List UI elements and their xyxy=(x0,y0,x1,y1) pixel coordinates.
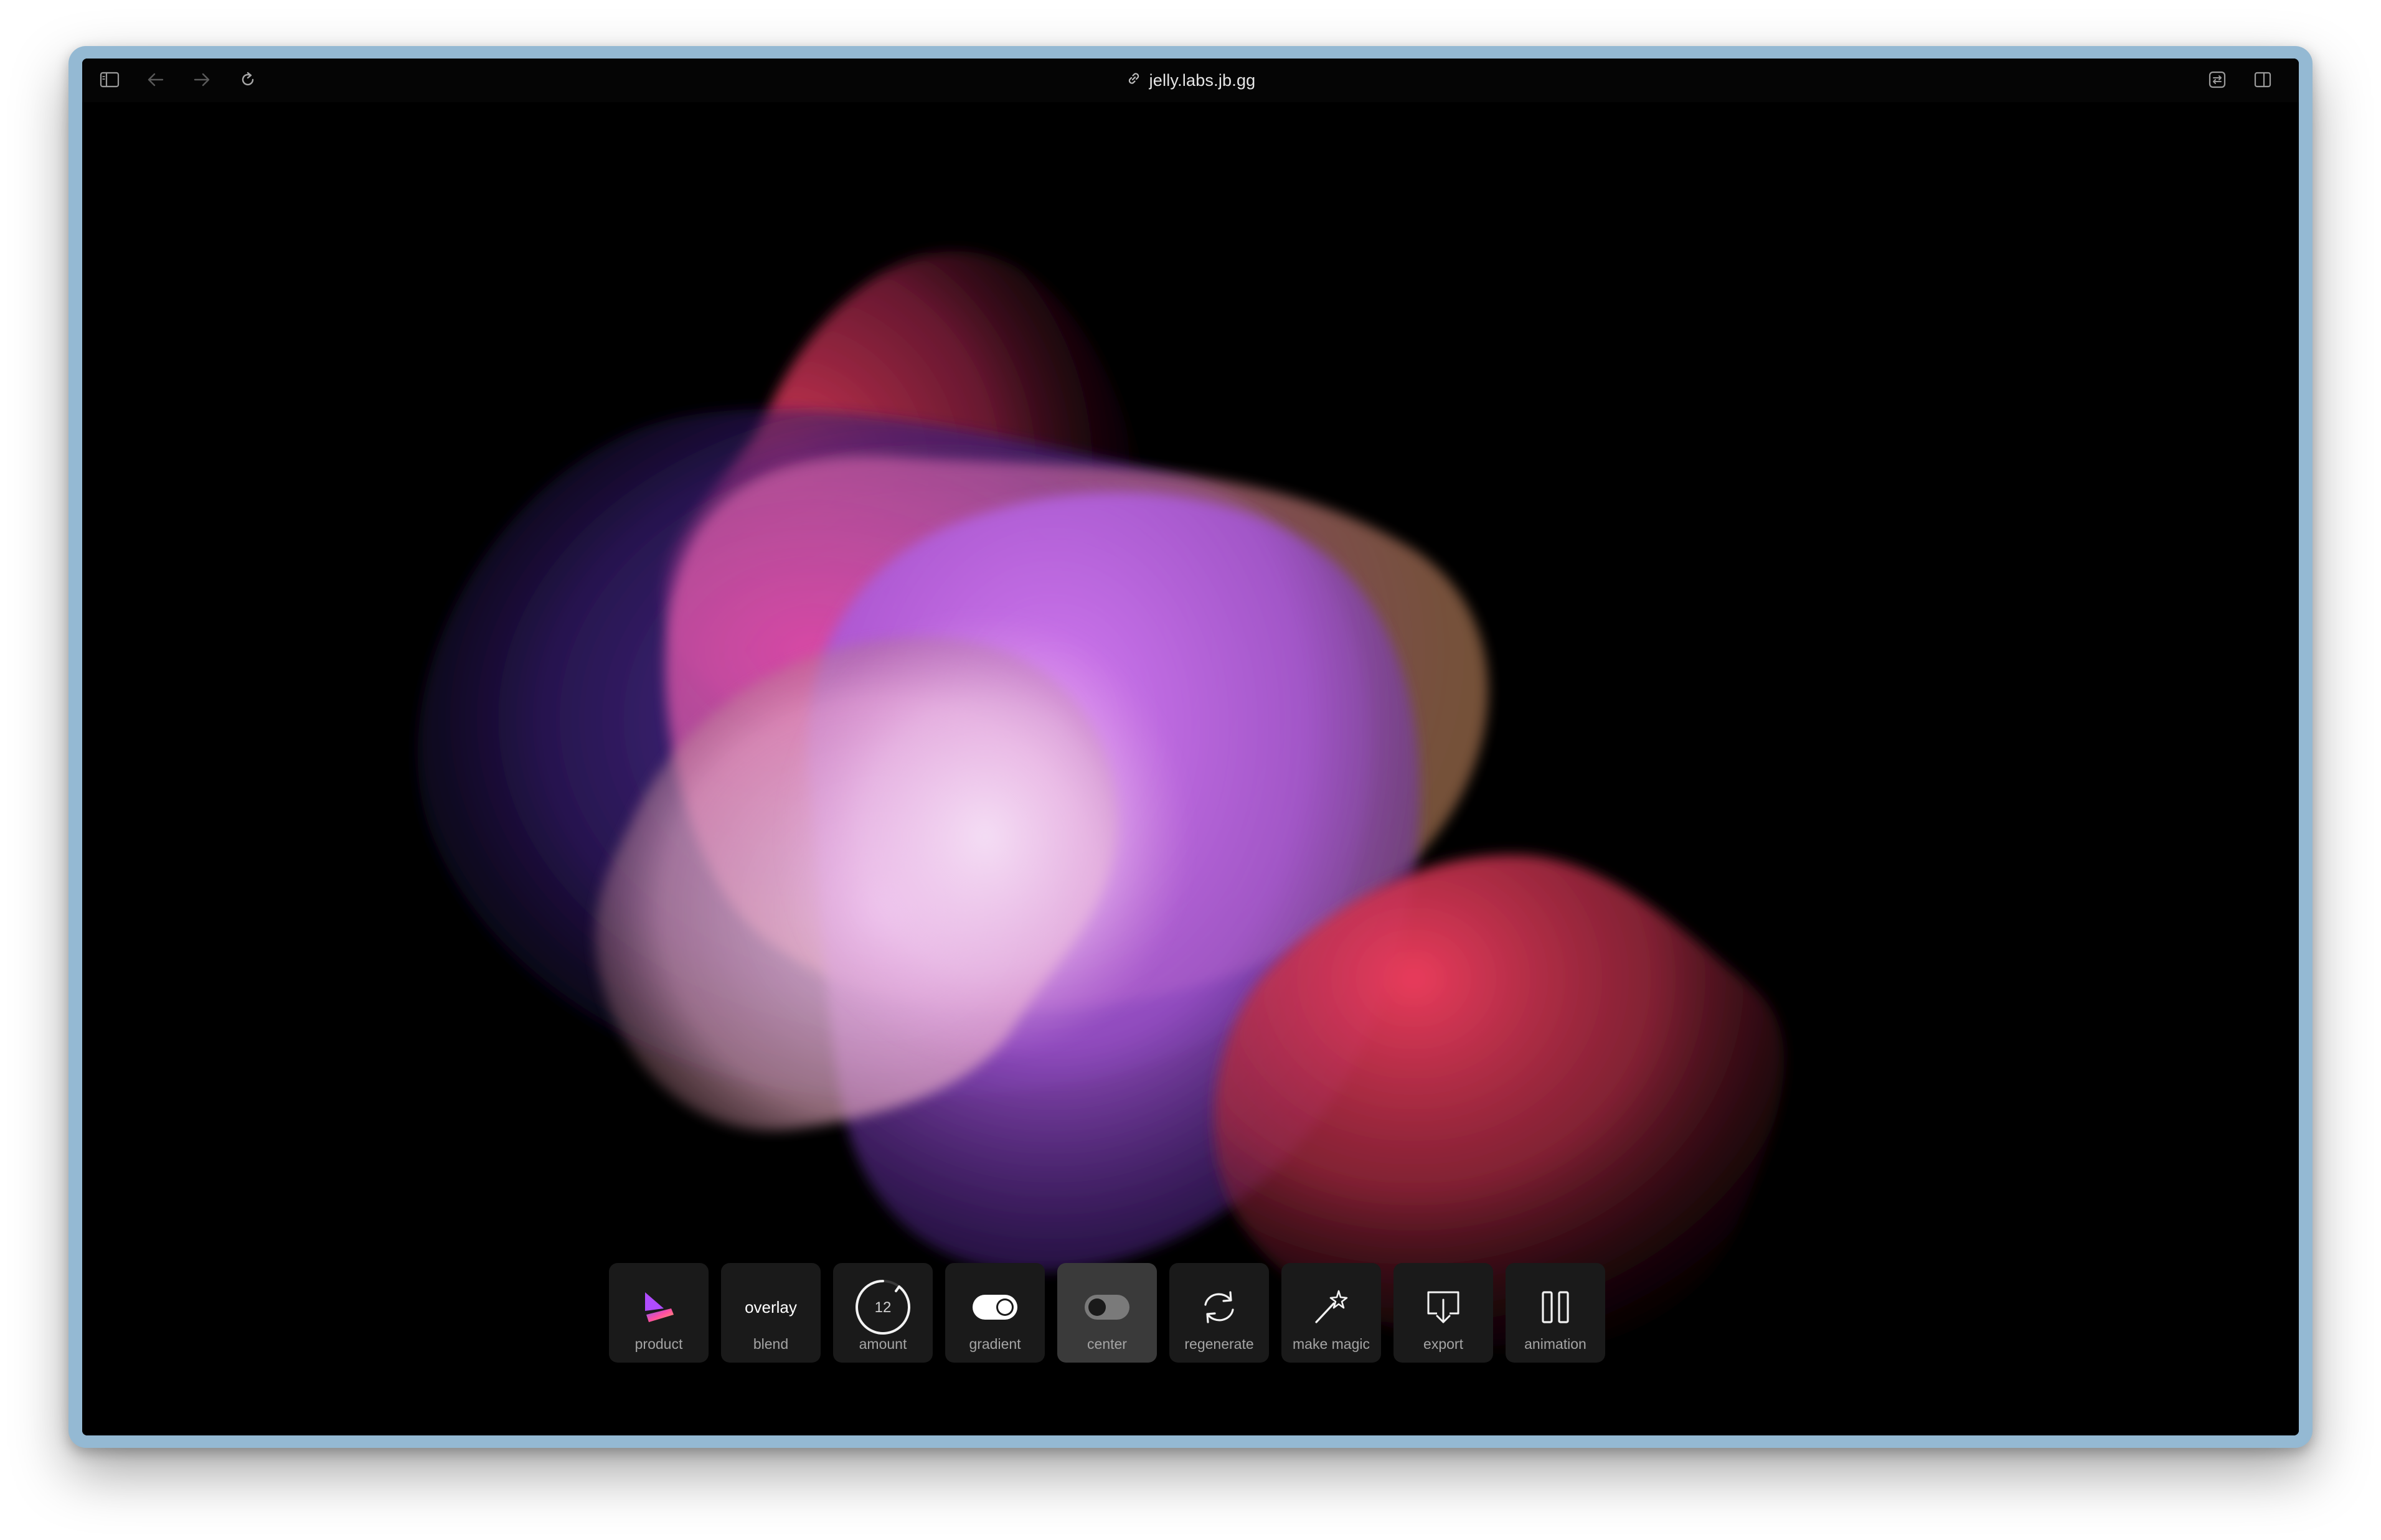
control-dock: product overlay blend 12 amount gradient xyxy=(609,1263,1605,1363)
gradient-label: gradient xyxy=(969,1336,1021,1352)
browser-window: jelly.labs.jb.gg xyxy=(68,46,2313,1448)
amount-value: 12 xyxy=(875,1299,892,1316)
regenerate-label: regenerate xyxy=(1184,1336,1254,1352)
split-view-icon[interactable] xyxy=(2248,65,2278,95)
browser-content: jelly.labs.jb.gg xyxy=(82,59,2299,1435)
blend-label: blend xyxy=(753,1336,789,1352)
amount-dial[interactable]: 12 amount xyxy=(833,1263,933,1363)
regenerate-button[interactable]: regenerate xyxy=(1169,1263,1269,1363)
animation-button[interactable]: animation xyxy=(1506,1263,1605,1363)
jelly-blobs xyxy=(417,251,1785,1350)
make-magic-button[interactable]: make magic xyxy=(1281,1263,1381,1363)
pause-icon xyxy=(1542,1291,1569,1323)
blend-button[interactable]: overlay blend xyxy=(721,1263,821,1363)
amount-label: amount xyxy=(859,1336,907,1352)
regenerate-icon xyxy=(1204,1291,1234,1323)
link-icon xyxy=(1126,70,1142,91)
blend-value: overlay xyxy=(745,1297,797,1317)
url-text: jelly.labs.jb.gg xyxy=(1149,70,1256,90)
amount-dial-ring: 12 xyxy=(856,1280,911,1335)
translate-icon[interactable] xyxy=(2202,65,2232,95)
product-label: product xyxy=(634,1336,683,1352)
magic-wand-icon xyxy=(1315,1290,1348,1323)
export-icon xyxy=(1427,1291,1459,1323)
toggle-on-icon xyxy=(973,1295,1017,1320)
blob-core xyxy=(780,613,1190,1061)
center-label: center xyxy=(1087,1336,1127,1352)
make-magic-label: make magic xyxy=(1293,1336,1370,1352)
product-logo-icon xyxy=(645,1292,674,1322)
animation-label: animation xyxy=(1524,1336,1587,1352)
export-label: export xyxy=(1423,1336,1463,1352)
product-button[interactable]: product xyxy=(609,1263,709,1363)
center-toggle[interactable]: center xyxy=(1057,1263,1157,1363)
export-button[interactable]: export xyxy=(1393,1263,1493,1363)
jelly-canvas[interactable] xyxy=(82,102,2299,1435)
browser-toolbar: jelly.labs.jb.gg xyxy=(82,59,2299,103)
toggle-off-icon xyxy=(1085,1295,1129,1320)
address-bar[interactable]: jelly.labs.jb.gg xyxy=(82,59,2299,102)
gradient-toggle[interactable]: gradient xyxy=(945,1263,1045,1363)
